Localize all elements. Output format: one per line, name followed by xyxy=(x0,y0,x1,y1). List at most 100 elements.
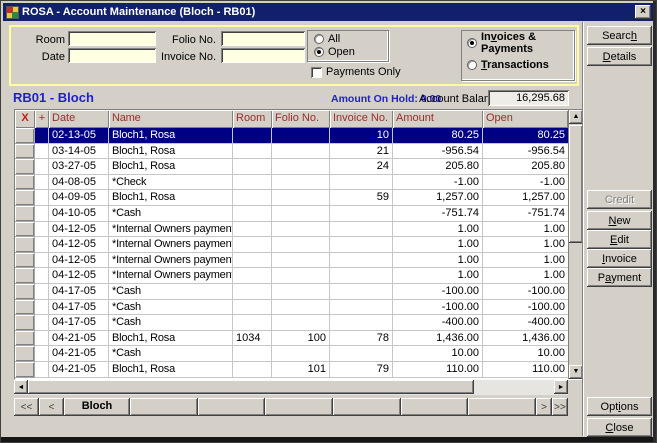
column-header-invoice[interactable]: Invoice No. xyxy=(330,110,393,128)
new-button[interactable]: New xyxy=(587,211,652,230)
expand-cell[interactable] xyxy=(35,284,49,300)
scroll-down-button[interactable]: ▼ xyxy=(569,365,583,379)
expand-cell[interactable] xyxy=(35,206,49,222)
tab-empty[interactable] xyxy=(333,398,401,416)
row-selector-cell[interactable] xyxy=(15,315,35,331)
folio-cell: 101 xyxy=(272,362,330,378)
next-account-button[interactable]: > xyxy=(536,398,552,416)
last-account-button[interactable]: >> xyxy=(552,398,568,416)
table-row[interactable]: 02-13-05 Bloch1, Rosa 10 80.25 80.25 xyxy=(15,128,568,144)
tab-empty[interactable] xyxy=(198,398,266,416)
horizontal-scrollbar[interactable]: ◄ ► xyxy=(14,380,568,395)
expand-cell[interactable] xyxy=(35,128,49,144)
previous-account-button[interactable]: < xyxy=(39,398,64,416)
table-row[interactable]: 04-17-05 *Cash -400.00 -400.00 xyxy=(15,315,568,331)
expand-cell[interactable] xyxy=(35,362,49,378)
details-button[interactable]: Details xyxy=(587,47,652,66)
first-account-button[interactable]: << xyxy=(14,398,39,416)
tab-empty[interactable] xyxy=(130,398,198,416)
row-selector-cell[interactable] xyxy=(15,362,35,378)
tab-empty[interactable] xyxy=(401,398,469,416)
expand-cell[interactable] xyxy=(35,300,49,316)
table-row[interactable]: 04-21-05 Bloch1, Rosa 101 79 110.00 110.… xyxy=(15,362,568,378)
row-selector-cell[interactable] xyxy=(15,300,35,316)
search-button[interactable]: Search xyxy=(587,26,652,45)
column-header-open[interactable]: Open xyxy=(483,110,568,128)
radio-all[interactable]: All xyxy=(314,33,340,45)
scroll-left-button[interactable]: ◄ xyxy=(14,380,28,394)
row-selector-cell[interactable] xyxy=(15,144,35,160)
table-row[interactable]: 03-27-05 Bloch1, Rosa 24 205.80 205.80 xyxy=(15,159,568,175)
row-selector-cell[interactable] xyxy=(15,237,35,253)
expand-cell[interactable] xyxy=(35,159,49,175)
scroll-right-button[interactable]: ► xyxy=(554,380,568,394)
tab-empty[interactable] xyxy=(468,398,536,416)
expand-cell[interactable] xyxy=(35,331,49,347)
table-row[interactable]: 04-21-05 *Cash 10.00 10.00 xyxy=(15,346,568,362)
tab-empty[interactable] xyxy=(265,398,333,416)
expand-cell[interactable] xyxy=(35,144,49,160)
expand-cell[interactable] xyxy=(35,222,49,238)
radio-invoices-payments[interactable]: Invoices & Payments xyxy=(467,37,577,49)
row-selector-cell[interactable] xyxy=(15,253,35,269)
table-row[interactable]: 04-21-05 Bloch1, Rosa 1034 100 78 1,436.… xyxy=(15,331,568,347)
scroll-up-button[interactable]: ▲ xyxy=(569,110,583,124)
expand-cell[interactable] xyxy=(35,315,49,331)
row-selector-cell[interactable] xyxy=(15,206,35,222)
expand-cell[interactable] xyxy=(35,253,49,269)
table-row[interactable]: 04-17-05 *Cash -100.00 -100.00 xyxy=(15,300,568,316)
name-cell: Bloch1, Rosa xyxy=(109,128,233,144)
column-header-folio[interactable]: Folio No. xyxy=(272,110,330,128)
credit-button[interactable]: Credit xyxy=(587,190,652,209)
table-row[interactable]: 04-12-05 *Internal Owners payment code 1… xyxy=(15,253,568,269)
room-input[interactable] xyxy=(68,31,156,46)
row-selector-cell[interactable] xyxy=(15,128,35,144)
table-row[interactable]: 04-12-05 *Internal Owners payment code 1… xyxy=(15,268,568,284)
horizontal-scrollbar-thumb[interactable] xyxy=(28,380,474,394)
options-button[interactable]: Options xyxy=(587,397,652,416)
table-row[interactable]: 04-17-05 *Cash -100.00 -100.00 xyxy=(15,284,568,300)
row-selector-cell[interactable] xyxy=(15,346,35,362)
invoice-button[interactable]: Invoice xyxy=(587,249,652,268)
column-header-x[interactable]: X xyxy=(15,110,35,128)
folio-cell xyxy=(272,144,330,160)
expand-cell[interactable] xyxy=(35,346,49,362)
payments-only-checkbox[interactable]: Payments Only xyxy=(311,66,401,78)
payment-button[interactable]: Payment xyxy=(587,268,652,287)
expand-cell[interactable] xyxy=(35,237,49,253)
radio-transactions[interactable]: Transactions xyxy=(467,59,549,71)
row-selector-cell[interactable] xyxy=(15,190,35,206)
column-header-amount[interactable]: Amount xyxy=(393,110,483,128)
table-row[interactable]: 04-08-05 *Check -1.00 -1.00 xyxy=(15,175,568,191)
table-row[interactable]: 04-12-05 *Internal Owners payment code 1… xyxy=(15,237,568,253)
vertical-scrollbar[interactable]: ▲ ▼ xyxy=(568,110,583,379)
tab-bloch[interactable]: Bloch xyxy=(64,398,130,416)
table-row[interactable]: 04-12-05 *Internal Owners payment code 1… xyxy=(15,222,568,238)
folio-input[interactable] xyxy=(221,31,305,46)
row-selector-cell[interactable] xyxy=(15,175,35,191)
column-header-name[interactable]: Name xyxy=(109,110,233,128)
invoice-cell xyxy=(330,315,393,331)
column-header-plus[interactable]: + xyxy=(35,110,49,128)
invoice-input[interactable] xyxy=(221,48,305,63)
table-row[interactable]: 04-10-05 *Cash -751.74 -751.74 xyxy=(15,206,568,222)
row-selector-cell[interactable] xyxy=(15,222,35,238)
close-button[interactable]: Close xyxy=(587,418,652,437)
row-selector-cell[interactable] xyxy=(15,331,35,347)
row-selector-cell[interactable] xyxy=(15,159,35,175)
folio-cell xyxy=(272,206,330,222)
date-input[interactable] xyxy=(68,48,156,63)
edit-button[interactable]: Edit xyxy=(587,230,652,249)
expand-cell[interactable] xyxy=(35,175,49,191)
expand-cell[interactable] xyxy=(35,268,49,284)
close-window-button[interactable]: × xyxy=(635,5,651,19)
row-selector-cell[interactable] xyxy=(15,268,35,284)
row-selector-cell[interactable] xyxy=(15,284,35,300)
radio-open[interactable]: Open xyxy=(314,46,355,58)
column-header-room[interactable]: Room xyxy=(233,110,272,128)
expand-cell[interactable] xyxy=(35,190,49,206)
table-row[interactable]: 04-09-05 Bloch1, Rosa 59 1,257.00 1,257.… xyxy=(15,190,568,206)
table-row[interactable]: 03-14-05 Bloch1, Rosa 21 -956.54 -956.54 xyxy=(15,144,568,160)
column-header-date[interactable]: Date xyxy=(49,110,109,128)
vertical-scrollbar-thumb[interactable] xyxy=(569,125,583,243)
